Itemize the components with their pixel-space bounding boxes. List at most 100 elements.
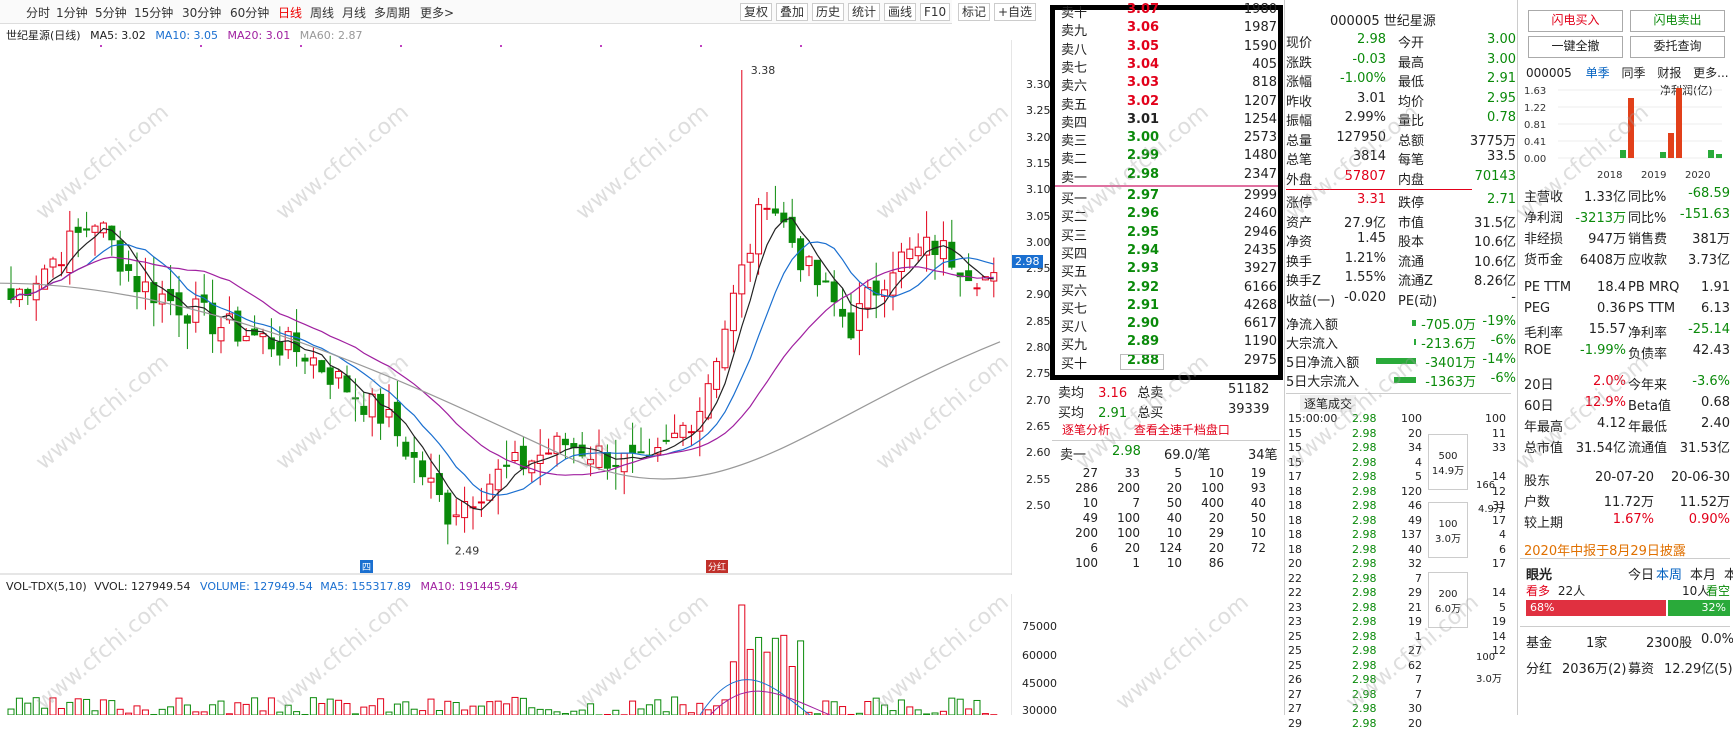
fund-row: 基金 1家 2300股 0.0% — [1526, 632, 1552, 651]
ob-price[interactable]: 2.94 — [1127, 243, 1159, 258]
period-tab-1min[interactable]: 1分钟 — [56, 4, 88, 21]
volume-bar — [915, 710, 921, 715]
ob-price[interactable]: 2.91 — [1127, 298, 1159, 313]
ob-level-label: 买五 — [1061, 261, 1087, 280]
candlestick-chart[interactable]: 3.382.49 — [0, 40, 1012, 575]
tab-same-quarter[interactable]: 同季 — [1621, 66, 1645, 80]
flash-sell-button[interactable]: 闪电卖出 — [1630, 10, 1725, 32]
ob-volume: 2435 — [1244, 243, 1277, 258]
trade-volume: 7 — [1394, 673, 1422, 686]
stats-button[interactable]: 统计 — [848, 3, 880, 21]
period-tab-15min[interactable]: 15分钟 — [134, 4, 173, 21]
period-tab-daily[interactable]: 日线 — [278, 4, 302, 21]
ob-price[interactable]: 2.93 — [1127, 261, 1159, 276]
vision-tab-week[interactable]: 本周 — [1656, 564, 1682, 583]
metric-label: 股东 — [1524, 470, 1550, 489]
trade-summary-amt: 14.9万 — [1429, 462, 1467, 477]
volume-bar — [520, 698, 526, 715]
period-tab-monthly[interactable]: 月线 — [342, 4, 366, 21]
period-tab-5min[interactable]: 5分钟 — [95, 4, 127, 21]
tab-report[interactable]: 财报 — [1657, 66, 1681, 80]
dividend-marker[interactable]: 分红 — [706, 560, 728, 573]
overlay-button[interactable]: 叠加 — [776, 3, 808, 21]
candle-body — [739, 265, 745, 294]
trade-volume: 19 — [1394, 615, 1422, 628]
ob-price[interactable]: 3.07 — [1127, 2, 1159, 17]
period-tab-30min[interactable]: 30分钟 — [182, 4, 221, 21]
quote-label: 净资 — [1286, 231, 1312, 250]
vision-tab-year[interactable]: 本年 — [1724, 564, 1733, 583]
trade-volume: 100 — [1394, 412, 1422, 425]
tick-head-per: 69.0/笔 — [1164, 444, 1210, 463]
tick-queue-cell: 100 — [1058, 556, 1098, 570]
volume-chart[interactable] — [0, 594, 1012, 715]
tick-queue-cell: 100 — [1100, 511, 1140, 525]
fund-flow-grid: 净流入额-705.0万-19%大宗流入-213.6万-6%5日净流入额-3401… — [1286, 314, 1518, 394]
candle-body — [638, 452, 644, 453]
candle-body — [478, 502, 484, 503]
ob-price[interactable]: 2.97 — [1127, 188, 1159, 203]
volume-bar — [134, 706, 140, 715]
mark-button[interactable]: 标记 — [958, 3, 990, 21]
ob-price[interactable]: 3.00 — [1127, 130, 1159, 145]
trades-title[interactable]: 逐笔成交 — [1300, 395, 1356, 412]
ob-price[interactable]: 3.02 — [1127, 94, 1159, 109]
trade-time: 15:00:00 — [1288, 412, 1337, 425]
f10-button[interactable]: F10 — [920, 3, 950, 21]
ob-price[interactable]: 2.99 — [1127, 148, 1159, 163]
ob-price[interactable]: 3.04 — [1127, 57, 1159, 72]
ob-price[interactable]: 3.06 — [1127, 20, 1159, 35]
volume-bar — [747, 649, 753, 715]
draw-button[interactable]: 画线 — [884, 3, 916, 21]
flash-buy-button[interactable]: 闪电买入 — [1528, 10, 1623, 32]
candle-body — [756, 205, 762, 254]
full-depth-link[interactable]: 查看全速千档盘口 — [1134, 423, 1230, 437]
report-notice[interactable]: 2020年中报于8月29日披露 — [1524, 540, 1686, 559]
event-marker-blue[interactable]: 四 — [360, 560, 373, 573]
volume-bar — [58, 708, 64, 715]
volume-bar — [235, 703, 241, 715]
candle-body — [420, 461, 426, 477]
ob-price[interactable]: 2.96 — [1127, 206, 1159, 221]
avg-buy-price: 2.91 — [1098, 406, 1127, 421]
metric-value: 4.12 — [1597, 416, 1626, 431]
order-book-row-bid: 买四2.942435 — [1061, 243, 1279, 262]
volume-bar — [67, 702, 73, 715]
add-watchlist-button[interactable]: +自选 — [994, 3, 1036, 21]
ob-price[interactable]: 2.95 — [1127, 225, 1159, 240]
ob-price[interactable]: 3.03 — [1127, 75, 1159, 90]
order-query-button[interactable]: 委托查询 — [1630, 36, 1725, 58]
ob-price[interactable]: 2.98 — [1127, 167, 1159, 182]
candle-body — [806, 257, 812, 266]
quote-label: 最高 — [1398, 52, 1424, 71]
vision-tab-today[interactable]: 今日 — [1628, 564, 1654, 583]
ob-price[interactable]: 2.90 — [1127, 316, 1159, 331]
candle-body — [546, 453, 552, 454]
ob-level-label: 卖十 — [1061, 2, 1087, 21]
vision-tab-month[interactable]: 本月 — [1690, 564, 1716, 583]
ob-price[interactable]: 2.89 — [1127, 334, 1159, 349]
ob-price[interactable]: 3.01 — [1127, 112, 1159, 127]
cancel-all-button[interactable]: 一键全撤 — [1528, 36, 1623, 58]
tab-quarter[interactable]: 单季 — [1586, 66, 1610, 80]
period-tab-60min[interactable]: 60分钟 — [230, 4, 269, 21]
volume-bar — [957, 699, 963, 715]
period-tab-more[interactable]: 更多> — [420, 4, 454, 21]
history-button[interactable]: 历史 — [812, 3, 844, 21]
ob-level-label: 买七 — [1061, 298, 1087, 317]
vol-tick-30000: 30000 — [1022, 704, 1057, 717]
volume-bar — [907, 707, 913, 715]
order-book-row-ask: 卖十3.071980 — [1061, 2, 1279, 21]
period-tab-fenshi[interactable]: 分时 — [26, 4, 50, 21]
period-tab-weekly[interactable]: 周线 — [310, 4, 334, 21]
candle-body — [58, 265, 64, 266]
tick-analysis-link[interactable]: 逐笔分析 — [1062, 423, 1110, 437]
tick-queue-cell: 5 — [1142, 466, 1182, 480]
tab-more[interactable]: 更多... — [1693, 66, 1728, 80]
ob-price[interactable]: 3.05 — [1127, 39, 1159, 54]
ob-price[interactable]: 2.92 — [1127, 280, 1159, 295]
metric-label: PS TTM — [1628, 301, 1675, 316]
adjust-button[interactable]: 复权 — [740, 3, 772, 21]
period-tab-multi[interactable]: 多周期 — [374, 4, 410, 21]
trade-side-label: 3.0万 — [1476, 670, 1502, 685]
